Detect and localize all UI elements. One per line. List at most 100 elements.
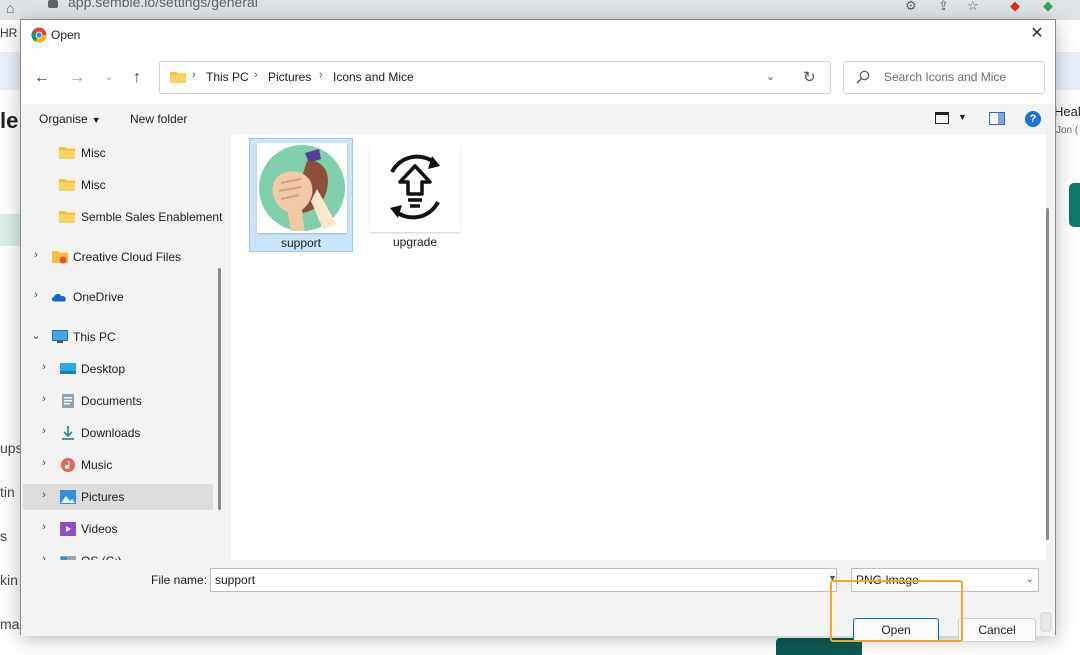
- search-placeholder: Search Icons and Mice: [884, 70, 1007, 84]
- resize-grip-icon[interactable]: [1039, 611, 1053, 633]
- tree-item-desktop[interactable]: › Desktop: [23, 356, 213, 382]
- handshake-icon: [259, 145, 345, 231]
- chevron-down-icon[interactable]: ▼: [828, 573, 837, 583]
- help-icon[interactable]: ?: [1025, 111, 1041, 127]
- tree-item-label: Documents: [81, 394, 142, 408]
- tree-item-this-pc[interactable]: ⌄ This PC: [23, 324, 213, 350]
- background-right-sub: Jon (: [1056, 125, 1079, 136]
- background-side-text: s: [0, 528, 7, 544]
- arrow-left-icon[interactable]: ←: [31, 67, 53, 89]
- background-active-nav: [0, 214, 20, 246]
- dialog-navbar: ← → ⌄ ↑ › This PC › Pictures › Icons and…: [21, 50, 1055, 104]
- tree-item-pictures[interactable]: › Pictures: [23, 484, 213, 510]
- chevron-right-icon: ›: [254, 69, 258, 81]
- chevron-right-icon[interactable]: ›: [39, 425, 49, 437]
- background-hr-label: HR: [0, 26, 18, 40]
- caret-down-icon: ▼: [91, 115, 101, 125]
- videos-icon: [60, 522, 76, 536]
- background-side-text: kin: [0, 572, 18, 588]
- file-name: upgrade: [392, 235, 438, 249]
- extension-green-icon[interactable]: ◆: [1043, 0, 1053, 14]
- cancel-button[interactable]: Cancel: [958, 618, 1036, 642]
- share-icon[interactable]: ⇪: [938, 0, 949, 14]
- extension-icon[interactable]: ⚙: [905, 0, 917, 14]
- arrow-up-icon[interactable]: ↑: [126, 67, 148, 89]
- file-list-scrollbar[interactable]: [1046, 208, 1049, 540]
- dialog-toolbar: Organise ▼ New folder ▼ ?: [21, 104, 1055, 134]
- chevron-right-icon[interactable]: ›: [31, 249, 41, 261]
- tree-item-label: Misc: [81, 178, 106, 192]
- search-input[interactable]: Search Icons and Mice: [843, 61, 1045, 94]
- recent-locations-icon[interactable]: ⌄: [98, 67, 120, 89]
- file-item-upgrade[interactable]: upgrade: [363, 138, 467, 252]
- desktop-icon: [60, 363, 76, 374]
- tree-item-documents[interactable]: › Documents: [23, 388, 213, 414]
- preview-pane-icon[interactable]: [989, 112, 1005, 125]
- chevron-right-icon: ›: [192, 69, 196, 81]
- breadcrumb-icons-and-mice[interactable]: Icons and Mice: [333, 70, 414, 84]
- tree-item-misc[interactable]: Misc: [23, 140, 213, 166]
- file-type-select[interactable]: PNG Image ⌄: [851, 568, 1039, 592]
- file-list: support upgrade: [231, 134, 1046, 560]
- tree-item-downloads[interactable]: › Downloads: [23, 420, 213, 446]
- open-button[interactable]: Open: [853, 618, 939, 642]
- documents-icon: [62, 394, 74, 408]
- chevron-right-icon[interactable]: ›: [39, 489, 49, 501]
- breadcrumb-this-pc[interactable]: This PC: [206, 70, 249, 84]
- background-teal-button: [1069, 183, 1080, 227]
- tree-item-label: OneDrive: [73, 290, 124, 304]
- file-thumbnail: [257, 143, 347, 233]
- browser-url[interactable]: app.semble.io/settings/general: [68, 0, 258, 10]
- navigation-pane: Misc Misc Semble Sales Enablement › Crea…: [21, 134, 231, 562]
- chevron-right-icon[interactable]: ›: [31, 289, 41, 301]
- extension-red-icon[interactable]: ◆: [1010, 0, 1020, 14]
- tree-item-videos[interactable]: › Videos: [23, 516, 213, 542]
- tree-item-label: Misc: [81, 146, 106, 160]
- chevron-down-icon[interactable]: ⌄: [766, 70, 775, 83]
- pictures-icon: [60, 490, 76, 504]
- onedrive-icon: [51, 293, 66, 302]
- tree-item-music[interactable]: › Music: [23, 452, 213, 478]
- tree-item-label: Downloads: [81, 426, 141, 440]
- refresh-icon[interactable]: ↻: [803, 68, 816, 86]
- search-icon: [856, 70, 870, 84]
- open-file-dialog: Open ✕ ← → ⌄ ↑ › This PC › Pictures › Ic…: [20, 19, 1056, 642]
- file-name-label: File name:: [151, 573, 208, 587]
- view-options-icon[interactable]: [935, 112, 949, 124]
- tree-item-label: This PC: [73, 330, 116, 344]
- file-item-support[interactable]: support: [249, 138, 353, 252]
- organise-label: Organise: [39, 112, 88, 126]
- caret-down-icon[interactable]: ▼: [958, 112, 967, 122]
- arrow-right-icon[interactable]: →: [66, 67, 88, 89]
- chevron-right-icon[interactable]: ›: [39, 361, 49, 373]
- browser-top-bar: ⌂ app.semble.io/settings/general ⚙ ⇪ ☆ ◆…: [0, 0, 1080, 20]
- tree-item-label: Semble Sales Enablement: [81, 210, 223, 224]
- lock-icon: [48, 0, 58, 8]
- background-right-title: Heal: [1054, 104, 1080, 119]
- new-folder-button[interactable]: New folder: [130, 112, 187, 126]
- chevron-right-icon[interactable]: ›: [39, 393, 49, 405]
- tree-item-label: Pictures: [81, 490, 125, 504]
- folder-icon: [59, 147, 75, 159]
- tree-item-misc[interactable]: Misc: [23, 172, 213, 198]
- folder-icon: [59, 211, 75, 223]
- chevron-down-icon[interactable]: ⌄: [31, 329, 41, 342]
- navigation-scrollbar[interactable]: [218, 268, 221, 510]
- tree-item-onedrive[interactable]: › OneDrive: [23, 284, 213, 310]
- star-icon[interactable]: ☆: [967, 0, 979, 14]
- dialog-titlebar: Open ✕: [21, 20, 1055, 50]
- downloads-icon: [62, 426, 74, 440]
- tree-item-semble-sales-enablement[interactable]: Semble Sales Enablement: [23, 204, 222, 230]
- close-icon[interactable]: ✕: [1027, 24, 1047, 44]
- organise-menu[interactable]: Organise ▼: [39, 112, 101, 126]
- file-name-field[interactable]: [210, 568, 837, 592]
- tree-item-label: Creative Cloud Files: [73, 250, 182, 264]
- music-icon: [61, 458, 75, 472]
- chevron-right-icon[interactable]: ›: [39, 457, 49, 469]
- address-bar[interactable]: › This PC › Pictures › Icons and Mice ⌄ …: [159, 61, 831, 94]
- tree-item-creative-cloud-files[interactable]: › Creative Cloud Files: [23, 244, 213, 270]
- breadcrumb-pictures[interactable]: Pictures: [268, 70, 311, 84]
- creative-cloud-icon: [52, 251, 68, 264]
- home-icon[interactable]: ⌂: [6, 0, 14, 16]
- chevron-right-icon[interactable]: ›: [39, 521, 49, 533]
